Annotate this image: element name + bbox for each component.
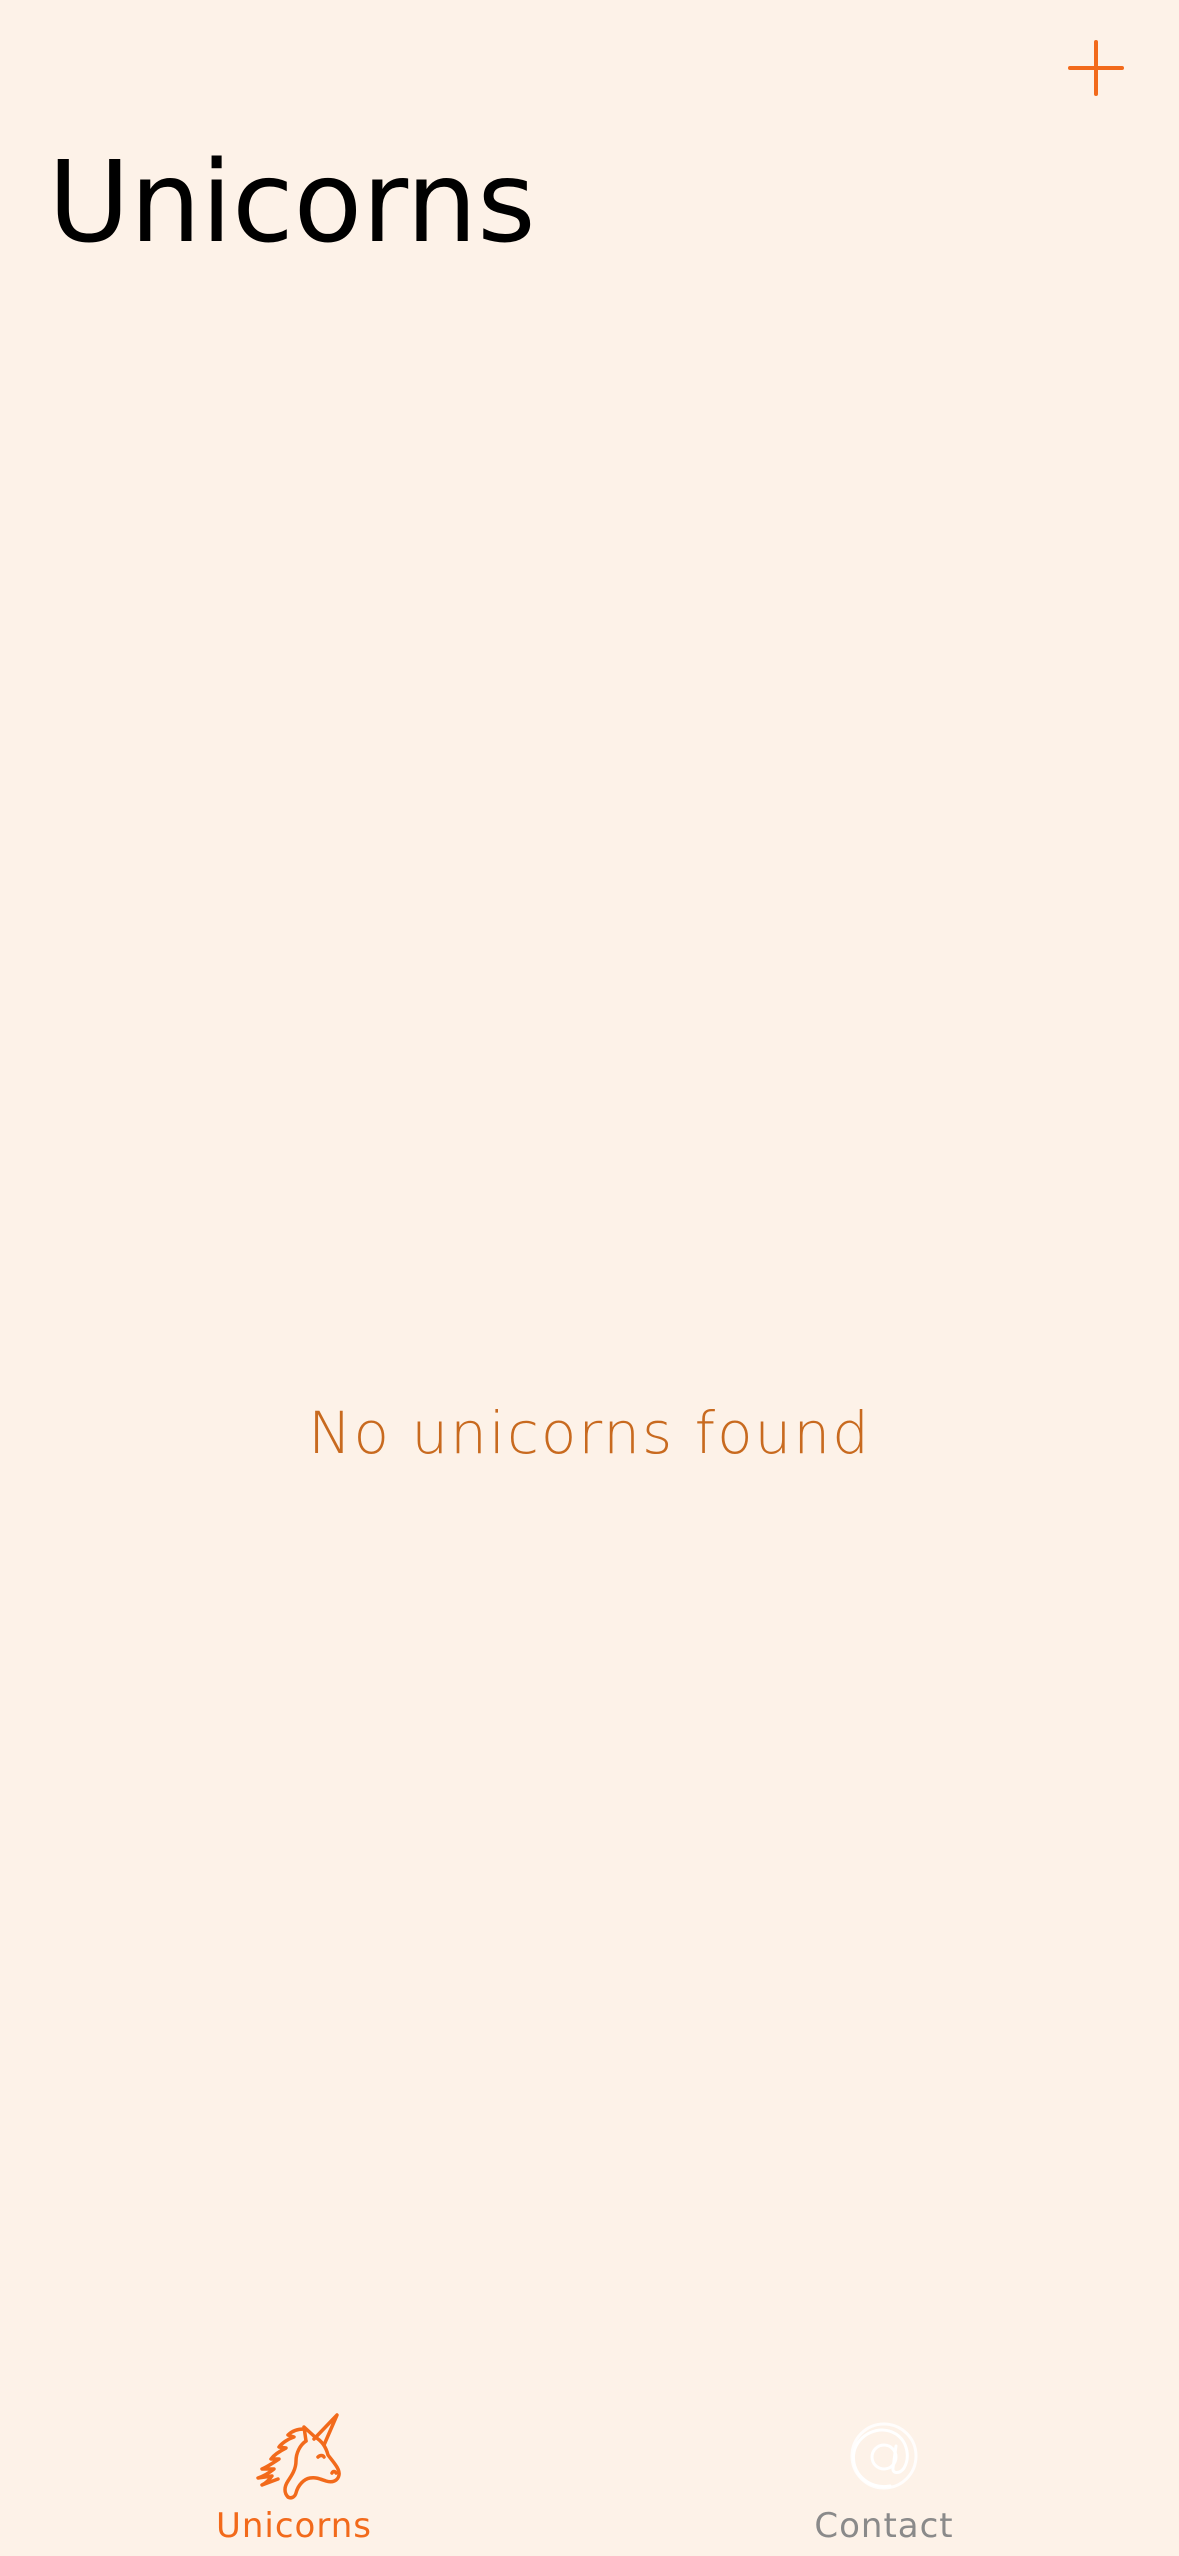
add-unicorn-button[interactable] [1060, 28, 1132, 108]
page-title: Unicorns [48, 138, 536, 268]
plus-icon [1068, 40, 1124, 96]
tab-contact-label: Contact [814, 2506, 954, 2546]
empty-state-message: No unicorns found [308, 1399, 871, 1467]
unicorn-icon [239, 2410, 349, 2502]
tab-contact[interactable]: Contact [684, 2376, 1084, 2556]
tab-unicorns-label: Unicorns [215, 2506, 373, 2546]
unicorns-screen: Unicorns No unicorns found Unicorns Cont… [0, 0, 1179, 2556]
tab-bar: Unicorns Contact [0, 2376, 1179, 2556]
tab-unicorns[interactable]: Unicorns [94, 2376, 494, 2556]
at-sign-icon [829, 2410, 939, 2502]
